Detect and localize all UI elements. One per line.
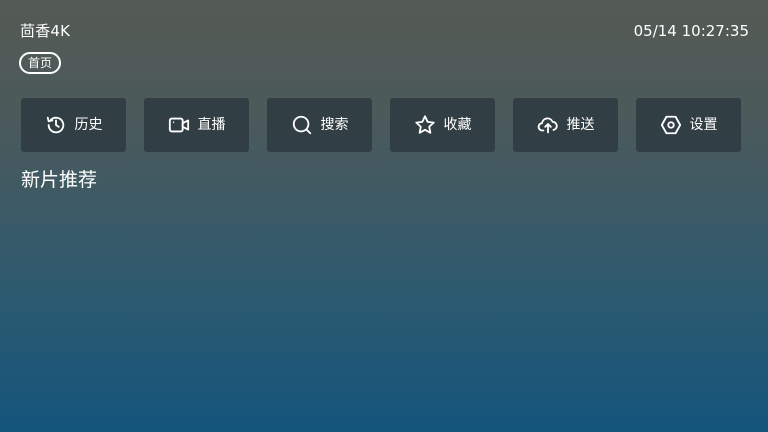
favorites-label: 收藏 [443,117,472,133]
settings-button[interactable]: 设置 [636,98,741,152]
push-button[interactable]: 推送 [513,98,618,152]
video-camera-icon [168,114,190,136]
clock: 05/14 10:27:35 [633,22,749,40]
toolbar: 历史 直播 搜索 收藏 推送 设置 [21,98,741,152]
search-label: 搜索 [320,117,349,133]
history-button[interactable]: 历史 [21,98,126,152]
live-label: 直播 [197,117,226,133]
section-title-new-releases: 新片推荐 [21,169,98,191]
search-button[interactable]: 搜索 [267,98,372,152]
star-icon [414,114,436,136]
app-title: 茴香4K [20,22,71,40]
history-icon [45,114,67,136]
favorites-button[interactable]: 收藏 [390,98,495,152]
cloud-upload-icon [537,114,559,136]
push-label: 推送 [566,117,595,133]
tab-home-label: 首页 [28,56,53,70]
settings-hexagon-icon [660,114,682,136]
tab-home[interactable]: 首页 [19,52,62,74]
settings-label: 设置 [689,117,718,133]
live-button[interactable]: 直播 [144,98,249,152]
search-icon [291,114,313,136]
history-label: 历史 [74,117,103,133]
